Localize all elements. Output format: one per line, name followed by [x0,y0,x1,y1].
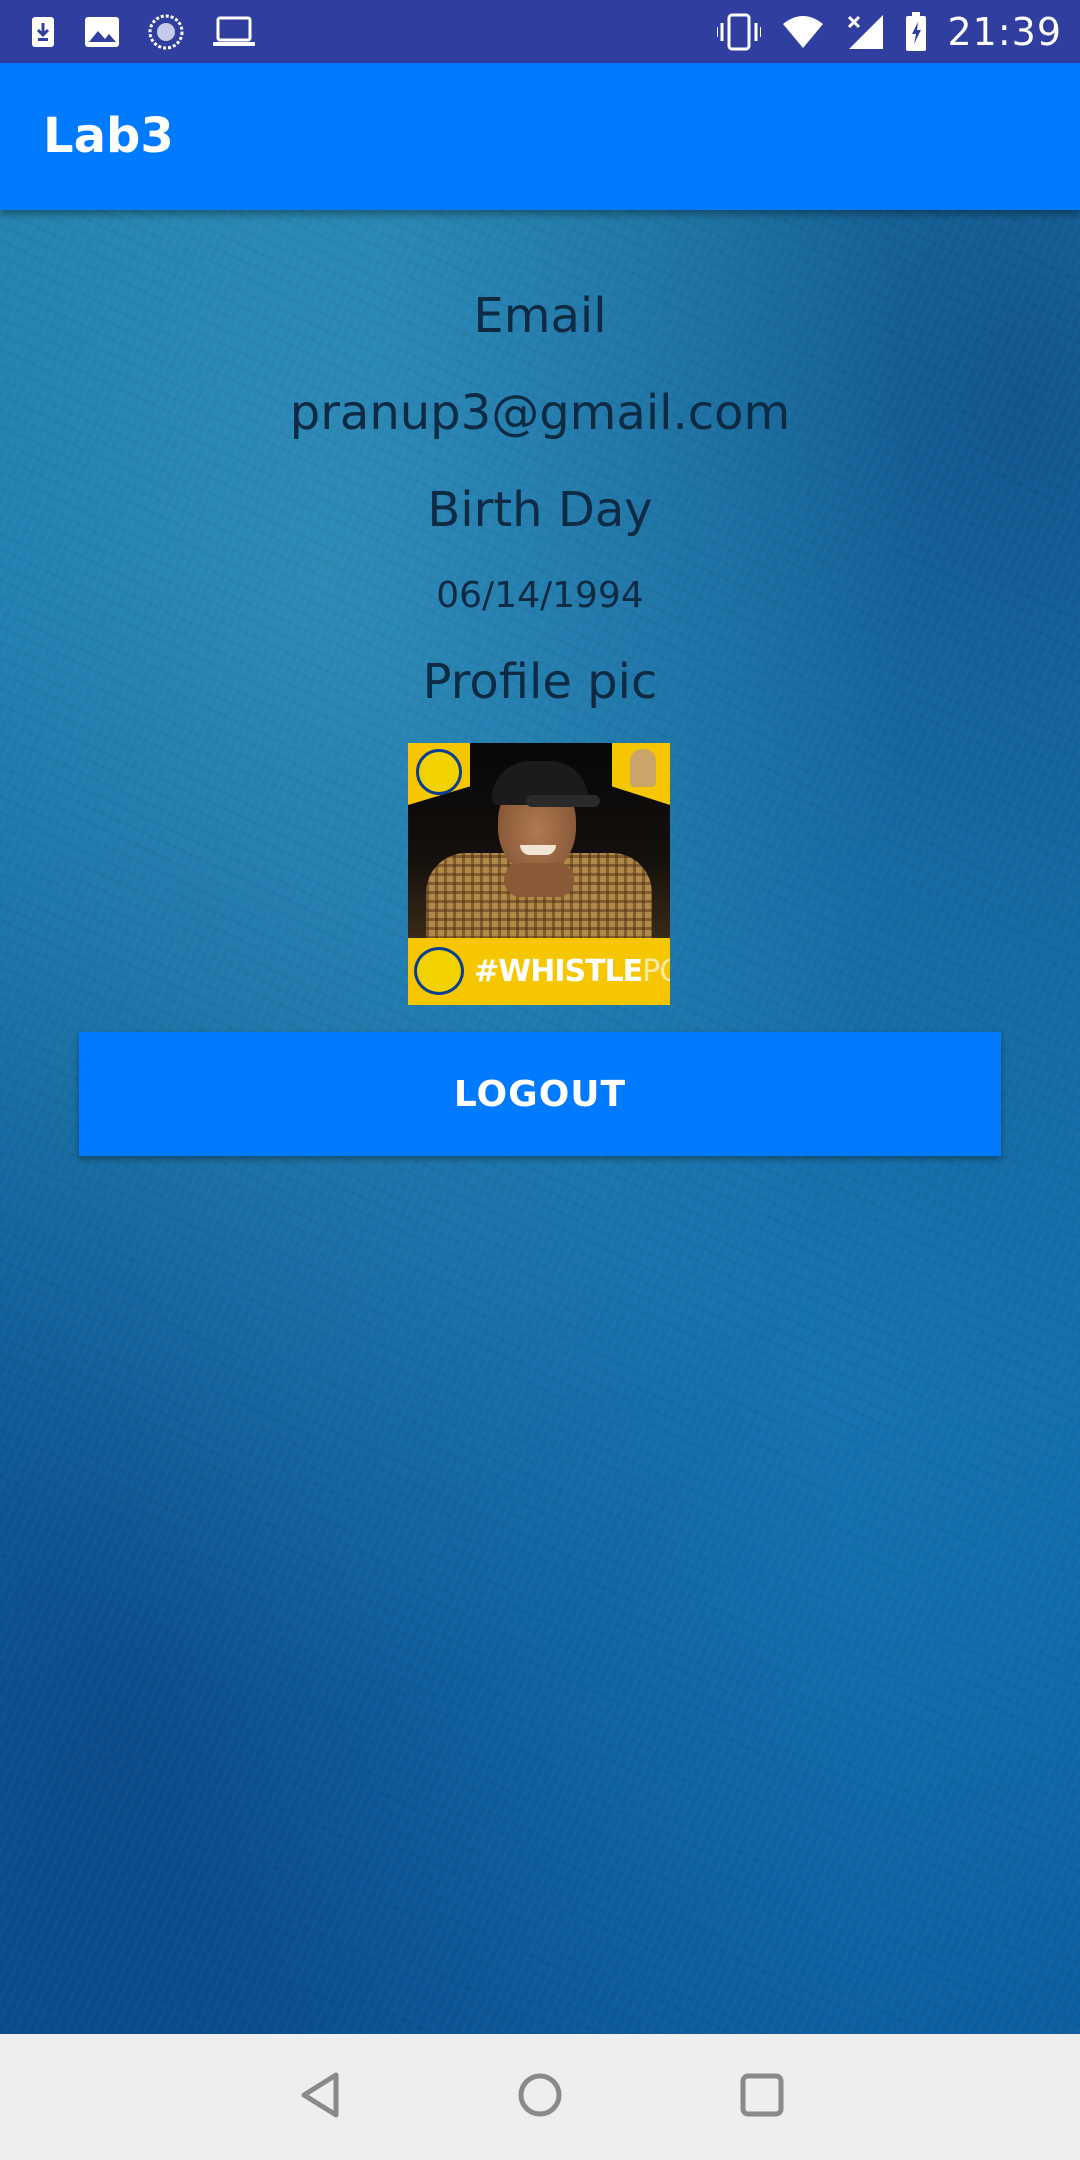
profile-hashtag: #WHISTLEPODU [474,938,670,1005]
app-bar: Lab3 [0,63,1080,210]
status-bar: 21:39 [0,0,1080,63]
hashtag-light: PODU [642,954,670,989]
sync-icon [148,14,184,50]
recents-button[interactable] [702,2034,822,2160]
clock-time: 21:39 [947,9,1062,54]
email-label: Email [473,288,607,344]
image-icon [84,16,120,48]
laptop-icon [212,16,256,48]
home-button[interactable] [480,2034,600,2160]
recents-icon [739,2072,785,2122]
navigation-bar [0,2034,1080,2160]
home-icon [516,2071,564,2123]
logout-button[interactable]: LOGOUT [79,1032,1001,1156]
team-logo-icon [416,749,462,795]
team-logo-icon [414,947,464,995]
trophy-icon [630,749,656,787]
profile-pic-label: Profile pic [422,654,658,710]
email-value: pranup3@gmail.com [289,385,791,441]
wifi-icon [781,14,825,50]
hashtag-bold: #WHISTLE [474,954,643,989]
vibrate-icon [717,13,762,51]
signal-icon [845,13,885,51]
back-button[interactable] [260,2034,380,2160]
profile-picture: #WHISTLEPODU [408,743,670,1005]
back-icon [298,2071,342,2123]
battery-charging-icon [905,11,927,52]
birthday-value: 06/14/1994 [436,575,644,616]
birthday-label: Birth Day [427,482,653,538]
profile-banner: #WHISTLEPODU [408,938,670,1005]
download-icon [30,15,56,49]
main-content: Email pranup3@gmail.com Birth Day 06/14/… [0,210,1080,2034]
app-title: Lab3 [43,108,174,164]
